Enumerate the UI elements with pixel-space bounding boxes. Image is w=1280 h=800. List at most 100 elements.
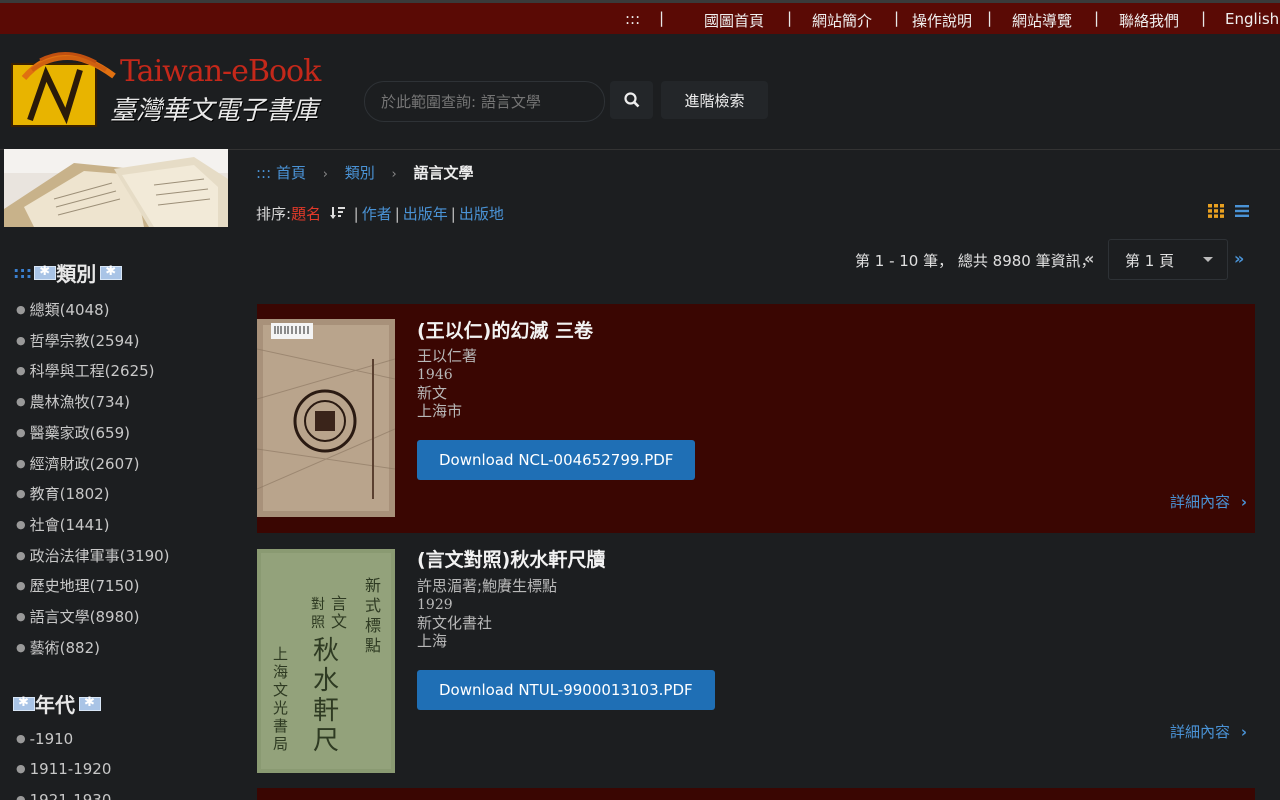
result-card: 新 式 標 點 言 文 對 照 秋 水 軒 尺 上 海 文 光 書 局 (言文對…: [257, 534, 1255, 784]
nav-separator: |: [787, 9, 793, 27]
svg-text:式: 式: [365, 596, 381, 615]
svg-text:對: 對: [311, 597, 325, 613]
svg-text:新: 新: [365, 576, 381, 595]
svg-text:水: 水: [313, 666, 339, 696]
category-item[interactable]: ● 社會(1441): [16, 514, 110, 535]
category-heading: ::: 類別: [13, 258, 123, 287]
list-view-icon[interactable]: [1235, 204, 1249, 218]
category-item[interactable]: ● 語言文學(8980): [16, 606, 140, 627]
nav-separator: |: [894, 9, 900, 27]
snowflake-icon: [34, 264, 57, 280]
book-cover[interactable]: [257, 319, 395, 517]
category-item[interactable]: ● 政治法律軍事(3190): [16, 545, 170, 566]
svg-text:文: 文: [273, 681, 288, 699]
sort-year[interactable]: 出版年: [403, 205, 448, 223]
search-button[interactable]: [610, 81, 653, 119]
double-chevron-left-icon[interactable]: «: [1084, 249, 1094, 268]
nav-separator: |: [659, 9, 665, 27]
breadcrumb-current: 語言文學: [413, 164, 474, 182]
era-heading-text: 年代: [35, 693, 75, 717]
category-item[interactable]: ● 醫藥家政(659): [16, 422, 130, 443]
category-item[interactable]: ● 歷史地理(7150): [16, 575, 140, 596]
result-title[interactable]: (王以仁)的幻滅 三卷: [417, 316, 593, 343]
sort-author[interactable]: 作者: [362, 205, 392, 223]
nav-sitemap[interactable]: 網站導覽: [1012, 10, 1072, 31]
result-summary: 第 1 - 10 筆， 總共 8980 筆資訊，: [855, 252, 1096, 270]
svg-text:點: 點: [365, 636, 381, 655]
svg-text:書: 書: [273, 717, 288, 735]
svg-text:秋: 秋: [313, 636, 339, 666]
nav-separator: |: [1094, 9, 1100, 27]
svg-text:光: 光: [273, 699, 288, 717]
result-author: 王以仁著: [417, 347, 478, 365]
era-heading: 年代: [13, 689, 101, 718]
nav-about[interactable]: 網站簡介: [812, 10, 872, 31]
svg-text:上: 上: [273, 645, 288, 663]
result-publisher: 新文化書社: [417, 614, 493, 632]
detail-link[interactable]: 詳細內容 ›: [1170, 721, 1247, 742]
era-item[interactable]: ● 1911-1920: [16, 760, 111, 778]
nav-instructions[interactable]: 操作說明: [912, 10, 972, 31]
svg-text:標: 標: [365, 616, 381, 635]
category-item[interactable]: ● 經濟財政(2607): [16, 453, 140, 474]
nav-english[interactable]: English: [1225, 10, 1279, 28]
download-pdf-button[interactable]: Download NTUL-9900013103.PDF: [417, 670, 715, 710]
era-item[interactable]: ● 1921-1930: [16, 791, 111, 800]
result-year: 1929: [417, 597, 453, 613]
breadcrumb-category[interactable]: 類別: [345, 164, 375, 182]
snowflake-icon: [100, 264, 123, 280]
nav-separator: |: [987, 9, 993, 27]
breadcrumb-home[interactable]: ::: 首頁: [256, 164, 306, 182]
book-cover[interactable]: 新 式 標 點 言 文 對 照 秋 水 軒 尺 上 海 文 光 書 局: [257, 549, 395, 773]
svg-text:文: 文: [331, 612, 347, 631]
svg-text:照: 照: [311, 615, 325, 631]
site-logo[interactable]: Taiwan-eBook 臺灣華文電子書庫: [10, 40, 330, 130]
sort-place[interactable]: 出版地: [459, 205, 504, 223]
category-item[interactable]: ● 總類(4048): [16, 299, 110, 320]
era-item[interactable]: ● -1910: [16, 730, 73, 748]
category-item[interactable]: ● 教育(1802): [16, 483, 110, 504]
grid-view-icon[interactable]: [1208, 204, 1224, 218]
sort-title[interactable]: 題名: [291, 205, 321, 223]
svg-text:尺: 尺: [313, 726, 339, 756]
search-icon: [623, 92, 639, 108]
result-card: [257, 788, 1255, 800]
result-year: 1946: [417, 367, 453, 383]
category-item[interactable]: ● 科學與工程(2625): [16, 360, 155, 381]
category-item[interactable]: ● 藝術(882): [16, 637, 100, 658]
heading-accesskey: :::: [13, 263, 33, 282]
category-item[interactable]: ● 哲學宗教(2594): [16, 330, 140, 351]
sort-bar: 排序:題名 | 作者 | 出版年 | 出版地: [256, 205, 504, 223]
detail-link[interactable]: 詳細內容 ›: [1170, 491, 1247, 512]
accesskey-link[interactable]: :::: [625, 10, 640, 28]
sort-label: 排序:: [256, 205, 292, 223]
page-select-value: 第 1 頁: [1125, 252, 1175, 270]
caret-down-icon: [1203, 257, 1213, 262]
svg-text:海: 海: [273, 663, 288, 681]
result-title[interactable]: (言文對照)秋水軒尺牘: [417, 545, 605, 572]
chevron-right-icon: ›: [1240, 723, 1247, 741]
advanced-search-button[interactable]: 進階檢索: [661, 81, 768, 119]
search-input[interactable]: [364, 81, 605, 122]
download-pdf-button[interactable]: Download NCL-004652799.PDF: [417, 440, 696, 480]
svg-text:局: 局: [273, 735, 288, 753]
snowflake-icon: [79, 695, 101, 711]
nav-separator: |: [1201, 9, 1207, 27]
page-select[interactable]: 第 1 頁: [1108, 239, 1228, 280]
snowflake-icon: [13, 695, 35, 711]
chevron-right-icon: ›: [1240, 493, 1247, 511]
breadcrumb: ::: 首頁 › 類別 › 語言文學: [256, 162, 474, 183]
result-author: 許思湄著;鮑賡生標點: [417, 577, 558, 595]
sort-descending-icon[interactable]: [329, 206, 346, 220]
chevron-right-icon: ›: [391, 167, 397, 182]
sidebar-banner-image: [4, 149, 228, 227]
category-item[interactable]: ● 農林漁牧(734): [16, 391, 130, 412]
logo-text: Taiwan-eBook: [120, 54, 321, 89]
result-card: (王以仁)的幻滅 三卷 王以仁著 1946 新文 上海市 Download NC…: [257, 304, 1255, 533]
result-place: 上海市: [417, 402, 463, 420]
nav-contact[interactable]: 聯絡我們: [1119, 10, 1179, 31]
svg-text:言: 言: [331, 594, 347, 613]
svg-text:軒: 軒: [313, 696, 339, 726]
double-chevron-right-icon[interactable]: »: [1234, 249, 1244, 268]
nav-ncl-home[interactable]: 國圖首頁: [704, 10, 764, 31]
